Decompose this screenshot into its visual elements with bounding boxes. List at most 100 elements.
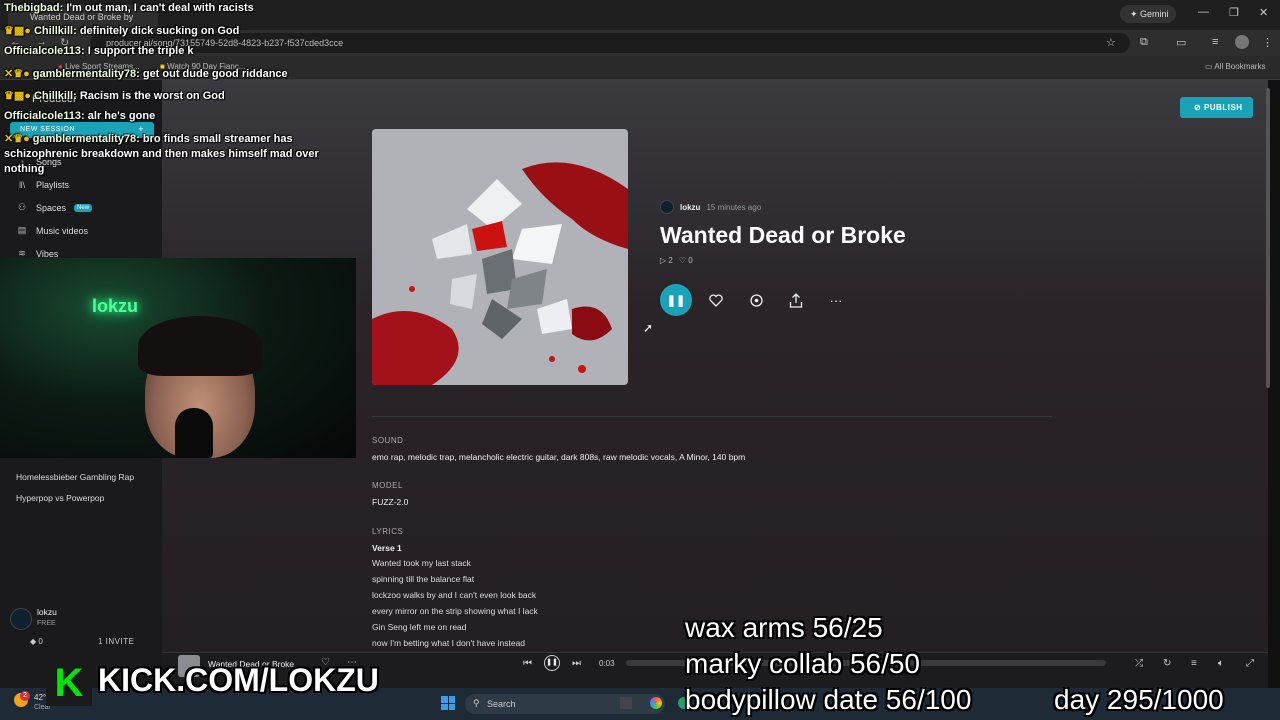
repeat-icon[interactable]: ↻	[1163, 658, 1171, 669]
chat-text: I'm out man, I can't deal with racists	[66, 2, 254, 14]
windows-start-icon[interactable]	[441, 696, 455, 710]
cover-art[interactable]	[372, 129, 628, 385]
lyric-line: every mirror on the strip showing what I…	[372, 606, 538, 616]
sound-value: emo rap, melodic trap, melancholic elect…	[372, 452, 746, 462]
song-stats: ▷ 2 ♡ 0	[660, 256, 693, 265]
microphone	[175, 408, 213, 458]
chat-message: Officialcole113: I support the triple k	[4, 45, 194, 57]
url-bar[interactable]: producer.ai/song/73155749-52d8-4823-b237…	[90, 33, 1130, 53]
taskbar-app-icon[interactable]	[620, 697, 632, 709]
copilot-icon[interactable]	[650, 697, 662, 709]
next-icon[interactable]: ⏭	[572, 658, 581, 669]
heart-icon	[709, 293, 723, 307]
new-badge: New	[74, 203, 93, 212]
library-icon: ‖\	[18, 180, 26, 190]
remix-button[interactable]	[747, 291, 765, 309]
chat-text: Racism is the worst on God	[79, 90, 225, 102]
chat-text: I support the triple k	[87, 45, 194, 57]
model-value: FUZZ-2.0	[372, 497, 409, 507]
day-counter: day 295/1000	[1054, 684, 1224, 715]
profile-avatar[interactable]	[1235, 35, 1249, 49]
bookmark-star-icon[interactable]: ☆	[1106, 36, 1116, 49]
menu-icon[interactable]: ⋮	[1262, 36, 1273, 49]
lyric-line: now I'm betting what I don't have instea…	[372, 638, 526, 648]
heart-count-icon: ♡	[678, 256, 689, 265]
gemini-button[interactable]: ✦ Gemini	[1120, 5, 1176, 23]
sidebar-item-label: Vibes	[36, 248, 59, 259]
chat-badge-icon: ✕♛●	[4, 68, 33, 80]
chat-message: ♛▩● Chillkill: definitely dick sucking o…	[4, 25, 240, 37]
scrollbar[interactable]	[1266, 88, 1270, 388]
chat-username: Officialcole113	[4, 110, 82, 122]
time-ago: 15 minutes ago	[706, 202, 762, 212]
lyric-line: lockzoo walks by and I can't even look b…	[372, 590, 537, 600]
lyric-line: spinning till the balance flat	[372, 574, 475, 584]
chat-text: definitely dick sucking on God	[79, 25, 240, 37]
artist-row: lokzu 15 minutes ago	[660, 200, 761, 214]
film-icon: ▤	[17, 225, 27, 235]
sidebar-item-spaces[interactable]: ⚇ Spaces New	[16, 202, 93, 213]
restore-icon[interactable]: ❐	[1229, 6, 1239, 19]
chat-badge-icon: ♛▩●	[4, 90, 34, 102]
publish-button[interactable]: ⊘ PUBLISH	[1180, 97, 1253, 118]
goal-2: marky collab 56/50	[685, 648, 921, 679]
goal-3: bodypillow date 56/100	[685, 684, 972, 715]
pause-button[interactable]: ❚❚	[660, 284, 692, 316]
more-icon: ···	[829, 292, 843, 308]
artist-name[interactable]: lokzu	[680, 203, 700, 212]
minimize-icon[interactable]: —	[1198, 6, 1209, 18]
chat-username: gamblermentality78	[32, 133, 137, 145]
more-options-button[interactable]: ···	[827, 291, 845, 309]
chat-message: Thebigbad: I'm out man, I can't deal wit…	[4, 2, 254, 14]
invite-button[interactable]: 1 INVITE	[98, 637, 134, 646]
like-button[interactable]	[707, 291, 725, 309]
sidebar-item-label: Playlists	[36, 180, 70, 190]
close-icon[interactable]: ✕	[1259, 6, 1268, 19]
chat-username: gamblermentality78	[32, 68, 137, 80]
likes-stat: ♡ 0	[679, 256, 693, 265]
lyrics-label: LYRICS	[372, 527, 404, 536]
chat-badge-icon: ✕♛●	[4, 133, 33, 145]
cast-icon[interactable]: ▭	[1176, 36, 1186, 49]
search-icon: ⚲	[473, 698, 480, 708]
session-item[interactable]: Hyperpop vs Powerpop	[16, 493, 104, 503]
queue-icon[interactable]: ≡	[1191, 658, 1197, 669]
share-button[interactable]	[787, 291, 805, 309]
extensions-icon[interactable]: ⧉	[1140, 36, 1148, 49]
sidebar-item-label: Spaces	[36, 202, 67, 213]
player-pause-button[interactable]: ❚❚	[544, 655, 560, 671]
player-time: 0:03	[599, 659, 615, 668]
taskbar-search-label: Search	[487, 699, 516, 709]
neon-sign: lokzu	[92, 296, 139, 316]
chat-username: Officialcole113	[4, 45, 82, 57]
user-avatar[interactable]	[10, 608, 32, 630]
kick-logo: K	[46, 660, 92, 706]
share-icon	[789, 292, 803, 308]
verse-label: Verse 1	[372, 543, 402, 553]
remix-icon	[749, 293, 763, 307]
goal-1: wax arms 56/25	[685, 612, 883, 643]
taskbar-search[interactable]: ⚲ Search	[465, 694, 665, 714]
previous-icon[interactable]: ⏮	[523, 658, 532, 669]
sidebar-item-music-videos[interactable]: ▤ Music videos	[16, 225, 88, 236]
model-label: MODEL	[372, 481, 403, 490]
shuffle-icon[interactable]: ⤮	[1135, 658, 1143, 669]
media-icon[interactable]: ≡	[1212, 36, 1218, 48]
session-item[interactable]: Homelessbieber Gambling Rap	[16, 472, 134, 482]
volume-icon[interactable]: 🔈︎	[1218, 658, 1224, 669]
expand-icon[interactable]: ⤢	[1246, 658, 1254, 669]
lyric-line: Wanted took my last stack	[372, 558, 471, 568]
plays-value: 2	[668, 256, 673, 265]
chat-message: Officialcole113: alr he's gone	[4, 110, 156, 122]
user-name: lokzu	[37, 607, 57, 617]
chat-text: get out dude good riddance	[142, 68, 288, 80]
publish-label: PUBLISH	[1203, 103, 1243, 112]
credits-display: ◆ 0	[30, 637, 43, 646]
divider	[372, 416, 1052, 417]
sidebar-item-playlists[interactable]: ‖\ Playlists	[16, 180, 69, 190]
lyric-line: Gin Seng left me on read	[372, 622, 467, 632]
artist-avatar[interactable]	[660, 200, 674, 214]
song-title: Wanted Dead or Broke	[660, 222, 906, 248]
all-bookmarks[interactable]: ▭ All Bookmarks	[1205, 62, 1265, 71]
streamer-hair	[138, 316, 262, 376]
